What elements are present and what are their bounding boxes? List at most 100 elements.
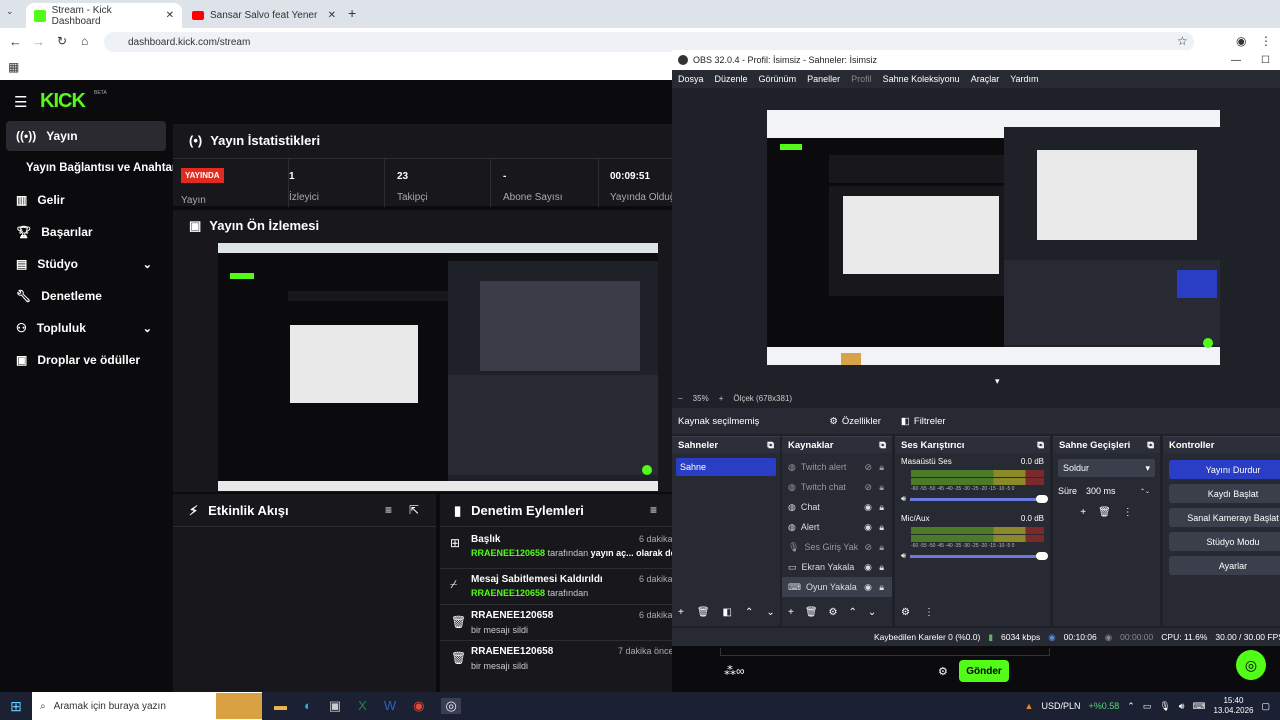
- word-icon[interactable]: W: [384, 698, 396, 714]
- filter-icon[interactable]: ≡: [650, 503, 657, 517]
- stop-streaming-button[interactable]: Yayını Durdur: [1169, 460, 1280, 479]
- tray-expand-icon[interactable]: ⌃: [1127, 701, 1135, 712]
- source-item[interactable]: ▭ Ekran Yakala ◉ 🔒︎: [782, 557, 892, 577]
- studio-mode-button[interactable]: Stüdyo Modu: [1169, 532, 1280, 551]
- trash-icon[interactable]: 🗑︎: [1098, 507, 1111, 518]
- sidebar-item-gelir[interactable]: ▥ Gelir: [6, 185, 166, 215]
- speaker-icon[interactable]: 🔊︎: [901, 494, 906, 504]
- more-icon[interactable]: ⋮: [1260, 34, 1272, 48]
- volume-slider[interactable]: [910, 551, 1048, 560]
- chrome-icon[interactable]: ◉: [413, 698, 424, 714]
- support-chat-icon[interactable]: ◎: [1236, 650, 1266, 680]
- tab-youtube[interactable]: Sansar Salvo feat Yener - Gökyü ✕: [184, 3, 344, 28]
- menu-profil[interactable]: Profil: [851, 74, 872, 84]
- sidebar-item-yayin[interactable]: ((•)) Yayın: [6, 121, 166, 151]
- language-icon[interactable]: ⌨: [1192, 701, 1205, 712]
- back-icon[interactable]: ←: [9, 34, 22, 49]
- filter-icon[interactable]: ◧: [723, 607, 732, 618]
- ticker-label[interactable]: USD/PLN: [1041, 701, 1080, 711]
- windows-start-icon[interactable]: ⊞: [0, 698, 32, 715]
- more-icon[interactable]: ⋮: [924, 607, 934, 618]
- sidebar-item-droplar[interactable]: ▣ Droplar ve ödüller: [6, 345, 166, 375]
- spinner-icon[interactable]: ⌃⌄: [1140, 488, 1150, 495]
- minimize-icon[interactable]: —: [1231, 55, 1241, 66]
- reload-icon[interactable]: ↻: [57, 34, 67, 48]
- menu-paneller[interactable]: Paneller: [807, 74, 840, 84]
- add-icon[interactable]: +: [1080, 507, 1086, 518]
- volume-icon[interactable]: 🔊︎: [1179, 701, 1185, 712]
- tab-kick-dashboard[interactable]: Stream - Kick Dashboard ✕: [26, 3, 182, 28]
- store-icon[interactable]: ▣: [329, 698, 341, 714]
- menu-gorunum[interactable]: Görünüm: [759, 74, 797, 84]
- eye-icon[interactable]: ◉: [864, 522, 872, 533]
- tab-menu-icon[interactable]: ⌄: [6, 6, 20, 20]
- lock-icon[interactable]: 🔒︎: [879, 502, 884, 513]
- menu-duzenle[interactable]: Düzenle: [715, 74, 748, 84]
- properties-button[interactable]: ⚙ Özellikler: [823, 413, 887, 430]
- transition-select[interactable]: Soldur ▾: [1058, 459, 1155, 477]
- more-icon[interactable]: ⋮: [1123, 507, 1133, 518]
- hamburger-menu-icon[interactable]: ☰: [14, 93, 27, 111]
- maximize-icon[interactable]: ☐: [1261, 55, 1270, 66]
- gear-icon[interactable]: ⚙: [938, 665, 948, 678]
- lock-icon[interactable]: 🔒︎: [879, 482, 884, 493]
- zoom-out-icon[interactable]: −: [678, 394, 683, 403]
- settings-icon[interactable]: ⚙: [901, 607, 910, 618]
- source-item[interactable]: ◍ Alert ◉ 🔒︎: [782, 517, 892, 537]
- lock-icon[interactable]: 🔒︎: [879, 522, 884, 533]
- eye-icon[interactable]: ◉: [864, 582, 872, 593]
- chevron-down-icon[interactable]: ▾: [995, 376, 1000, 387]
- eye-icon[interactable]: ◉: [864, 502, 872, 513]
- duration-input[interactable]: 300 ms ⌃⌄: [1081, 483, 1155, 499]
- down-icon[interactable]: ⌄: [766, 607, 774, 618]
- undock-icon[interactable]: ⧉: [879, 440, 886, 451]
- menu-araclar[interactable]: Araçlar: [971, 74, 1000, 84]
- menu-yardim[interactable]: Yardım: [1010, 74, 1038, 84]
- excel-icon[interactable]: X: [358, 698, 367, 714]
- sidebar-item-topluluk[interactable]: ⚇ Topluluk ⌄: [6, 313, 166, 343]
- menu-dosya[interactable]: Dosya: [678, 74, 704, 84]
- settings-button[interactable]: Ayarlar: [1169, 556, 1280, 575]
- profile-icon[interactable]: ◉: [1236, 34, 1246, 48]
- url-input[interactable]: dashboard.kick.com/stream: [104, 32, 1194, 52]
- scene-item[interactable]: Sahne: [676, 458, 776, 476]
- eye-icon[interactable]: ◉: [864, 562, 872, 573]
- lock-icon[interactable]: 🔒︎: [879, 462, 884, 473]
- file-explorer-icon[interactable]: ▬: [274, 698, 287, 714]
- mod-user-link[interactable]: RRAENEE120658: [471, 548, 545, 558]
- filters-button[interactable]: ◧ Filtreler: [895, 413, 952, 430]
- home-icon[interactable]: ⌂: [81, 34, 88, 48]
- menu-sahne-koleksiyonu[interactable]: Sahne Koleksiyonu: [883, 74, 960, 84]
- source-item[interactable]: 🎙︎ Ses Giriş Yak ⊘ 🔒︎: [782, 537, 892, 557]
- edge-icon[interactable]: ◐: [304, 698, 312, 714]
- clock[interactable]: 15:40 13.04.2026: [1213, 696, 1253, 716]
- new-tab-icon[interactable]: +: [348, 5, 356, 21]
- popout-icon[interactable]: ⇱: [409, 503, 419, 517]
- volume-slider[interactable]: [910, 494, 1048, 503]
- forward-icon[interactable]: →: [32, 34, 45, 49]
- source-item[interactable]: ◍ Chat ◉ 🔒︎: [782, 497, 892, 517]
- send-button[interactable]: Gönder: [959, 660, 1009, 682]
- sidebar-item-basarilar[interactable]: 🏆︎ Başarılar: [6, 217, 166, 247]
- taskbar-search[interactable]: ⌕ Aramak için buraya yazın: [32, 692, 262, 720]
- source-item[interactable]: ⌨ Oyun Yakala ◉ 🔒︎: [782, 577, 892, 597]
- mic-icon[interactable]: 🎙︎: [1159, 701, 1170, 712]
- undock-icon[interactable]: ⧉: [1147, 440, 1154, 451]
- down-icon[interactable]: ⌄: [868, 607, 876, 618]
- sidebar-item-stream-key[interactable]: Yayın Bağlantısı ve Anahtarı: [6, 153, 178, 183]
- emote-icon[interactable]: ⁂∞: [724, 664, 745, 678]
- stream-preview-video[interactable]: [218, 243, 658, 491]
- close-icon[interactable]: ✕: [328, 10, 336, 21]
- obs-preview-area[interactable]: ▾: [672, 88, 1280, 388]
- lock-icon[interactable]: 🔒︎: [879, 562, 884, 573]
- trash-icon[interactable]: 🗑︎: [697, 607, 710, 618]
- bookmark-star-icon[interactable]: ☆: [1177, 34, 1188, 48]
- lock-icon[interactable]: 🔒︎: [879, 582, 884, 593]
- gear-icon[interactable]: ⚙: [829, 607, 838, 618]
- undock-icon[interactable]: ⧉: [1037, 440, 1044, 451]
- source-item[interactable]: ◍ Twitch chat ⊘ 🔒︎: [782, 477, 892, 497]
- apps-grid-icon[interactable]: ▦: [8, 60, 19, 74]
- zoom-in-icon[interactable]: +: [719, 394, 724, 403]
- up-icon[interactable]: ⌃: [849, 607, 857, 618]
- speaker-icon[interactable]: 🔊︎: [901, 551, 906, 561]
